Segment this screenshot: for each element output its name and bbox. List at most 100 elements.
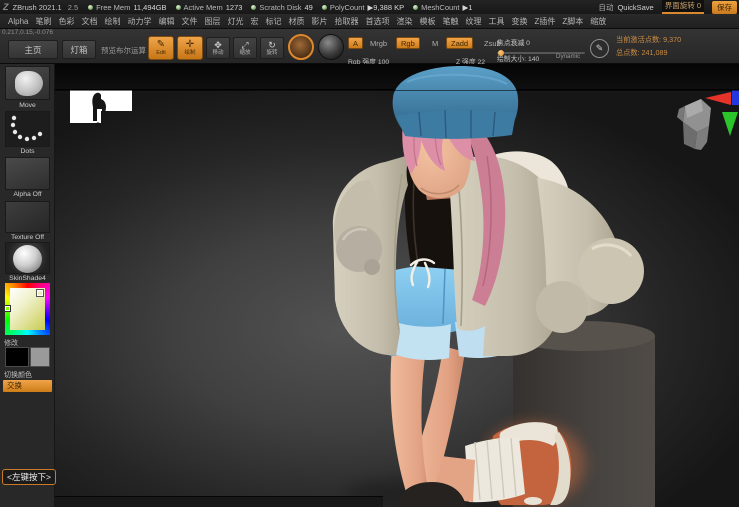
lightbox-button[interactable]: 灯箱: [62, 40, 96, 59]
menu-item[interactable]: 编辑: [158, 16, 174, 27]
total-points-readout: 总点数: 241,089: [616, 48, 668, 58]
stroke-label: Dots: [0, 148, 55, 155]
axis-z-icon[interactable]: [732, 90, 739, 105]
sculptris-pro-button[interactable]: ✎: [590, 39, 609, 58]
menu-item[interactable]: Alpha: [8, 17, 28, 26]
texture-label: Texture Off: [0, 234, 55, 241]
move-icon: ✥: [214, 41, 222, 50]
material-label: SkinShade4: [0, 275, 55, 282]
edit-button[interactable]: ✎ Edit: [148, 36, 174, 60]
menu-item[interactable]: 材质: [288, 16, 304, 27]
dynamic-mode-toggle[interactable]: Dynamic: [556, 53, 580, 60]
top-shelf: 0.217,0.15,-0.076 主页 灯箱 预览布尔运算 ✎ Edit ✛ …: [0, 29, 739, 64]
camera-head-preview: [677, 99, 711, 150]
edit-icon: ✎: [157, 40, 165, 50]
document-preview-thumbnail[interactable]: [70, 90, 132, 126]
scale-gizmo-button[interactable]: ⤢ 缩放: [233, 37, 257, 59]
alpha-thumbnail[interactable]: [5, 157, 50, 190]
app-version-extra: 2.5: [68, 3, 78, 12]
scene-3d-view: [55, 64, 739, 507]
status-stat: PolyCount▶9,388 KP: [322, 3, 404, 12]
menu-item[interactable]: 绘制: [104, 16, 120, 27]
interface-rotation-slider[interactable]: 界面旋转 0: [662, 0, 704, 14]
menu-item[interactable]: 文件: [181, 16, 197, 27]
menu-item[interactable]: 标记: [265, 16, 281, 27]
mrgb-toggle[interactable]: Mrgb: [370, 39, 387, 48]
main-color-swatch[interactable]: [5, 347, 29, 367]
memory-stats: Free Mem11,494GB Active Mem1273 Scratch …: [88, 3, 481, 12]
status-stat: Free Mem11,494GB: [88, 3, 166, 12]
menu-item[interactable]: 缩放: [590, 16, 606, 27]
menu-item[interactable]: 色彩: [58, 16, 74, 27]
cursor-coordinates: 0.217,0.15,-0.076: [2, 29, 53, 36]
color-picker[interactable]: [5, 283, 50, 335]
status-stat: Scratch Disk49: [251, 3, 312, 12]
texture-thumbnail[interactable]: [5, 201, 50, 233]
status-stat: Active Mem1273: [176, 3, 243, 12]
right-arm: [536, 178, 644, 333]
secondary-color-swatch[interactable]: [30, 347, 50, 367]
menu-item[interactable]: 文档: [81, 16, 97, 27]
zadd-toggle[interactable]: Zadd: [446, 37, 473, 49]
material-sphere-icon: [13, 245, 42, 273]
menu-item[interactable]: 影片: [311, 16, 327, 27]
draw-icon: ✛: [186, 40, 194, 50]
brush-preview-icon[interactable]: [288, 34, 314, 60]
m-toggle[interactable]: M: [432, 39, 438, 48]
switch-color-button[interactable]: 切换颜色: [4, 370, 32, 380]
status-led-icon: [176, 5, 181, 10]
live-boolean-toggle[interactable]: 预览布尔运算: [101, 45, 146, 56]
bottom-strip: [55, 496, 383, 507]
menu-item[interactable]: 宏: [250, 16, 258, 27]
zbrush-window: Z ZBrush 2021.1 2.5 Free Mem11,494GB Act…: [0, 0, 739, 507]
left-tray: Move Dots Alpha Off Texture Off SkinShad…: [0, 64, 55, 507]
hint-tooltip: <左键按下>: [2, 469, 56, 485]
dots-stroke-icon: [6, 112, 49, 146]
menu-item[interactable]: 灯光: [227, 16, 243, 27]
swap-color-button[interactable]: 交换: [3, 380, 52, 392]
zbrush-logo-icon: Z: [3, 2, 9, 12]
draw-button[interactable]: ✛ 绘制: [177, 36, 203, 60]
menu-item[interactable]: 渲染: [396, 16, 412, 27]
color-selector-icon: [37, 290, 43, 296]
rgb-toggle[interactable]: Rgb: [396, 37, 420, 49]
hue-selector-icon: [5, 306, 10, 311]
menu-item[interactable]: 动力学: [127, 16, 151, 27]
menu-item[interactable]: Z脚本: [562, 16, 583, 27]
alpha-mode-chip[interactable]: A: [348, 37, 363, 49]
home-button[interactable]: 主页: [8, 40, 58, 59]
menu-item[interactable]: 工具: [488, 16, 504, 27]
axis-x-icon[interactable]: [705, 92, 731, 105]
color-picker-gradient[interactable]: [10, 288, 45, 330]
menu-item[interactable]: 首选项: [365, 16, 389, 27]
title-bar: Z ZBrush 2021.1 2.5 Free Mem11,494GB Act…: [0, 0, 739, 14]
menu-item[interactable]: 笔刷: [35, 16, 51, 27]
save-button[interactable]: 保存: [712, 1, 737, 14]
status-led-icon: [322, 5, 327, 10]
menu-item[interactable]: Z插件: [534, 16, 555, 27]
material-preview-icon[interactable]: [318, 34, 344, 60]
active-points-readout: 当前激活点数: 9,370: [616, 35, 681, 45]
menu-item[interactable]: 拾取器: [334, 16, 358, 27]
menu-item[interactable]: 纹理: [465, 16, 481, 27]
rotate-gizmo-button[interactable]: ↻ 旋转: [260, 37, 284, 59]
menu-item[interactable]: 变换: [511, 16, 527, 27]
menu-item[interactable]: 笔触: [442, 16, 458, 27]
quicksave-button[interactable]: QuickSave: [617, 3, 653, 12]
status-led-icon: [251, 5, 256, 10]
rotate-icon: ↻: [268, 41, 276, 50]
move-gizmo-button[interactable]: ✥ 移动: [206, 37, 230, 59]
stroke-thumbnail[interactable]: [5, 111, 50, 147]
menu-item[interactable]: 图层: [204, 16, 220, 27]
status-led-icon: [88, 5, 93, 10]
material-thumbnail[interactable]: [5, 242, 50, 274]
current-tool-thumbnail[interactable]: [5, 66, 50, 100]
document-canvas[interactable]: [55, 64, 739, 507]
scale-icon: ⤢: [241, 41, 248, 50]
auto-label: 自动: [598, 2, 613, 13]
status-stat: MeshCount▶1: [413, 3, 472, 12]
axis-y-icon[interactable]: [722, 112, 738, 136]
beanie-hat: [393, 66, 519, 139]
app-title: ZBrush 2021.1: [13, 3, 62, 12]
menu-item[interactable]: 模板: [419, 16, 435, 27]
